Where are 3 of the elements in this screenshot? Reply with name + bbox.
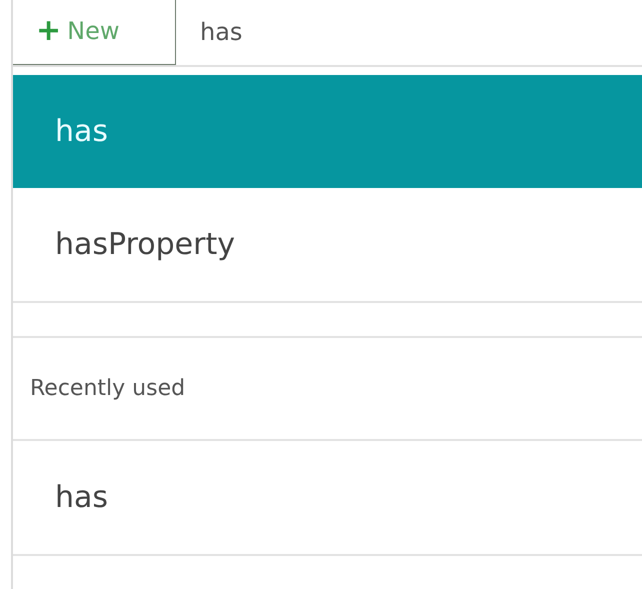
new-button[interactable]: + New [13,0,176,65]
search-field[interactable]: has [176,0,642,65]
plus-icon: + [36,16,62,46]
